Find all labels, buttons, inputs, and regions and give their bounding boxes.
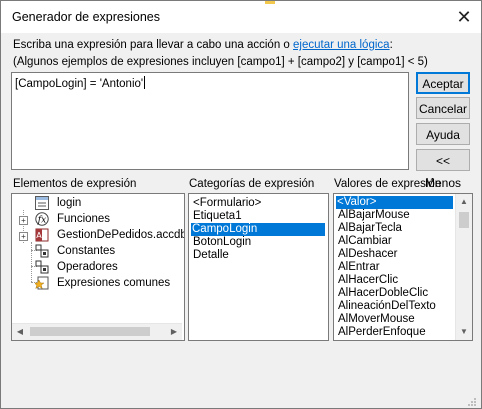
cancel-button[interactable]: Cancelar [416,97,470,119]
examples-text: (Algunos ejemplos de expresiones incluye… [13,56,428,68]
tree-item-common-expressions[interactable]: Expresiones comunes [12,276,182,292]
list-item[interactable]: AlHacerClic [337,274,398,287]
list-item[interactable]: AlMoverMouse [337,313,415,326]
window-title: Generador de expresiones [12,10,161,24]
accept-button[interactable]: Aceptar [416,72,470,94]
categories-label: Categorías de expresión [189,178,315,190]
list-item[interactable]: AlEntrar [337,261,380,274]
window-edge-marker [265,1,275,4]
expression-builder-dialog: Generador de expresiones ✕ Escriba una e… [0,0,482,409]
expression-input[interactable]: [CampoLogin] = 'Antonio' [11,72,409,170]
expression-values-list[interactable]: <Valor> AlBajarMouse AlBajarTecla AlCamb… [333,193,473,341]
scroll-thumb[interactable] [30,327,150,336]
tree-item-database[interactable]: + A GestionDePedidos.accdb [12,228,184,244]
list-item[interactable]: Etiqueta1 [192,210,242,223]
list-item[interactable]: AlBajarTecla [337,222,402,235]
tree-item-login[interactable]: login [12,196,182,212]
constants-icon [35,244,49,258]
list-item-selected[interactable]: <Valor> [336,196,453,209]
list-item[interactable]: BotonLogin [192,236,251,249]
function-icon: fx [35,212,49,226]
list-item[interactable]: AlHacerDobleClic [337,287,428,300]
expand-icon[interactable]: + [19,216,28,225]
values-vertical-scrollbar[interactable]: ▲ ▼ [455,194,472,340]
help-button[interactable]: Ayuda [416,123,470,145]
elements-horizontal-scrollbar[interactable]: ◀ ▶ [12,323,182,340]
list-item[interactable]: AlBajarMouse [337,209,410,222]
form-icon [35,196,49,210]
list-item[interactable]: Detalle [192,249,229,262]
list-item[interactable]: AlCambiar [337,235,392,248]
elements-label: Elementos de expresión [13,178,137,190]
resize-grip-icon[interactable] [467,397,477,407]
scroll-left-icon[interactable]: ◀ [12,324,28,340]
list-item-selected[interactable]: CampoLogin [191,223,325,236]
list-item[interactable]: AlDeshacer [337,248,397,261]
close-button[interactable]: ✕ [450,5,478,29]
tree-item-constants[interactable]: Constantes [12,244,182,260]
expand-icon[interactable]: + [19,232,28,241]
values-label: Valores de expresión [334,178,442,190]
svg-text:fx: fx [37,216,46,226]
instructions-text: Escriba una expresión para llevar a cabo… [13,39,393,51]
expression-categories-list[interactable]: <Formulario> Etiqueta1 CampoLogin BotonL… [188,193,329,341]
less-button[interactable]: << Menos [416,149,470,190]
scroll-down-icon[interactable]: ▼ [456,324,472,340]
tree-item-functions[interactable]: + fx Funciones [12,212,182,228]
svg-text:A: A [36,231,42,240]
tree-item-operators[interactable]: Operadores [12,260,182,276]
scroll-up-icon[interactable]: ▲ [456,194,472,210]
list-item[interactable]: AlineaciónDelTexto [337,300,436,313]
operators-icon [35,260,49,274]
text-caret [144,76,146,89]
expression-value: [CampoLogin] = 'Antonio' [15,78,144,90]
list-item[interactable]: AlPerderEnfoque [337,326,426,339]
expression-elements-tree[interactable]: login + fx Funciones + A GestionDePedido… [11,193,185,341]
scroll-thumb[interactable] [459,212,469,228]
database-icon: A [35,228,49,242]
list-item[interactable]: <Formulario> [192,197,261,210]
execute-logic-link[interactable]: ejecutar una lógica [293,39,390,51]
common-expressions-icon [35,276,49,290]
scroll-right-icon[interactable]: ▶ [166,324,182,340]
title-bar: Generador de expresiones ✕ [1,1,481,33]
